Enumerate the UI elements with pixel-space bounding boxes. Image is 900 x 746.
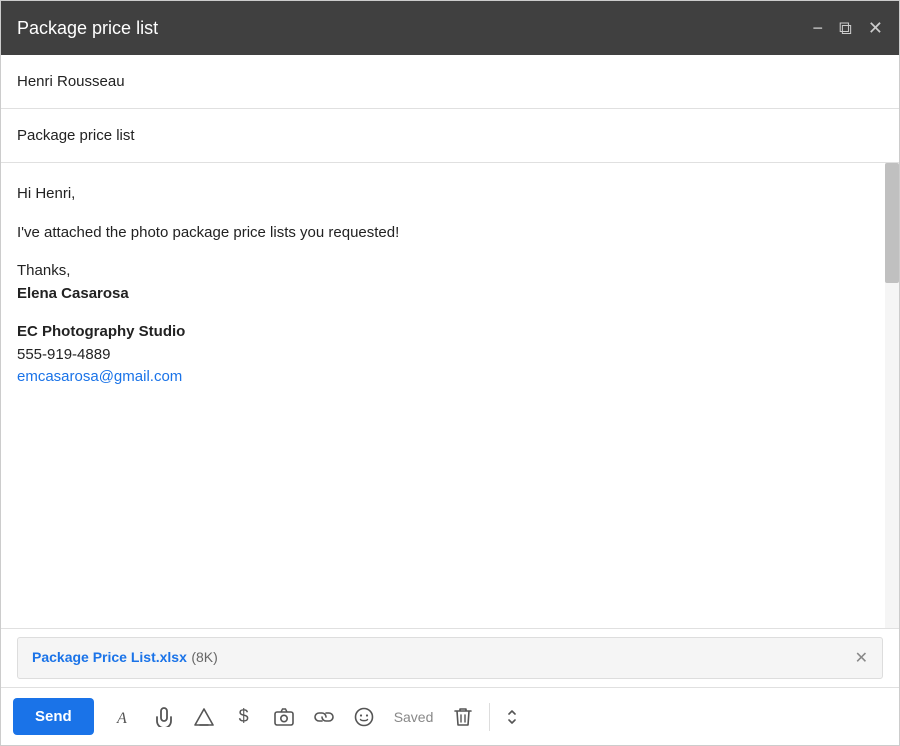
body-contact: EC Photography Studio 555-919-4889 emcas…: [17, 321, 883, 389]
window-controls: − ⧉ ✕: [813, 19, 883, 37]
phone-number: 555-919-4889: [17, 346, 110, 363]
title-bar: Package price list − ⧉ ✕: [1, 1, 899, 55]
compose-window: Package price list − ⧉ ✕ Henri Rousseau …: [0, 0, 900, 746]
body-greeting: Hi Henri,: [17, 183, 883, 206]
emoji-icon[interactable]: [346, 699, 382, 735]
delete-icon[interactable]: [445, 699, 481, 735]
scrollbar-track: [885, 163, 899, 628]
attach-icon[interactable]: [146, 699, 182, 735]
to-value: Henri Rousseau: [17, 73, 125, 90]
send-button[interactable]: Send: [13, 698, 94, 735]
attachment-bar: Package Price List.xlsx (8K) ✕: [17, 637, 883, 679]
company-name: EC Photography Studio: [17, 323, 185, 340]
close-icon[interactable]: ✕: [868, 19, 883, 37]
money-icon[interactable]: $: [226, 699, 262, 735]
svg-text:A: A: [116, 710, 127, 726]
window-title: Package price list: [17, 18, 158, 39]
google-drive-icon[interactable]: [186, 699, 222, 735]
photo-icon[interactable]: [266, 699, 302, 735]
body-signoff: Thanks, Elena Casarosa: [17, 260, 883, 305]
more-options-icon[interactable]: [498, 699, 526, 735]
body-line1: I've attached the photo package price li…: [17, 222, 883, 245]
saved-label: Saved: [386, 709, 442, 725]
to-field[interactable]: Henri Rousseau: [1, 55, 899, 109]
email-link[interactable]: emcasarosa@gmail.com: [17, 368, 182, 385]
scrollbar-thumb[interactable]: [885, 163, 899, 283]
attachment-name: Package Price List.xlsx (8K): [32, 649, 218, 667]
email-body[interactable]: Hi Henri, I've attached the photo packag…: [1, 163, 899, 629]
link-icon[interactable]: [306, 699, 342, 735]
maximize-icon[interactable]: ⧉: [839, 19, 852, 37]
format-text-icon[interactable]: A: [106, 699, 142, 735]
sender-name: Elena Casarosa: [17, 285, 129, 302]
toolbar-divider: [489, 703, 490, 731]
compose-toolbar: Send A $: [1, 687, 899, 745]
subject-value: Package price list: [17, 127, 135, 144]
attachment-close-icon[interactable]: ✕: [855, 648, 868, 668]
minimize-icon[interactable]: −: [813, 19, 824, 37]
subject-field[interactable]: Package price list: [1, 109, 899, 163]
